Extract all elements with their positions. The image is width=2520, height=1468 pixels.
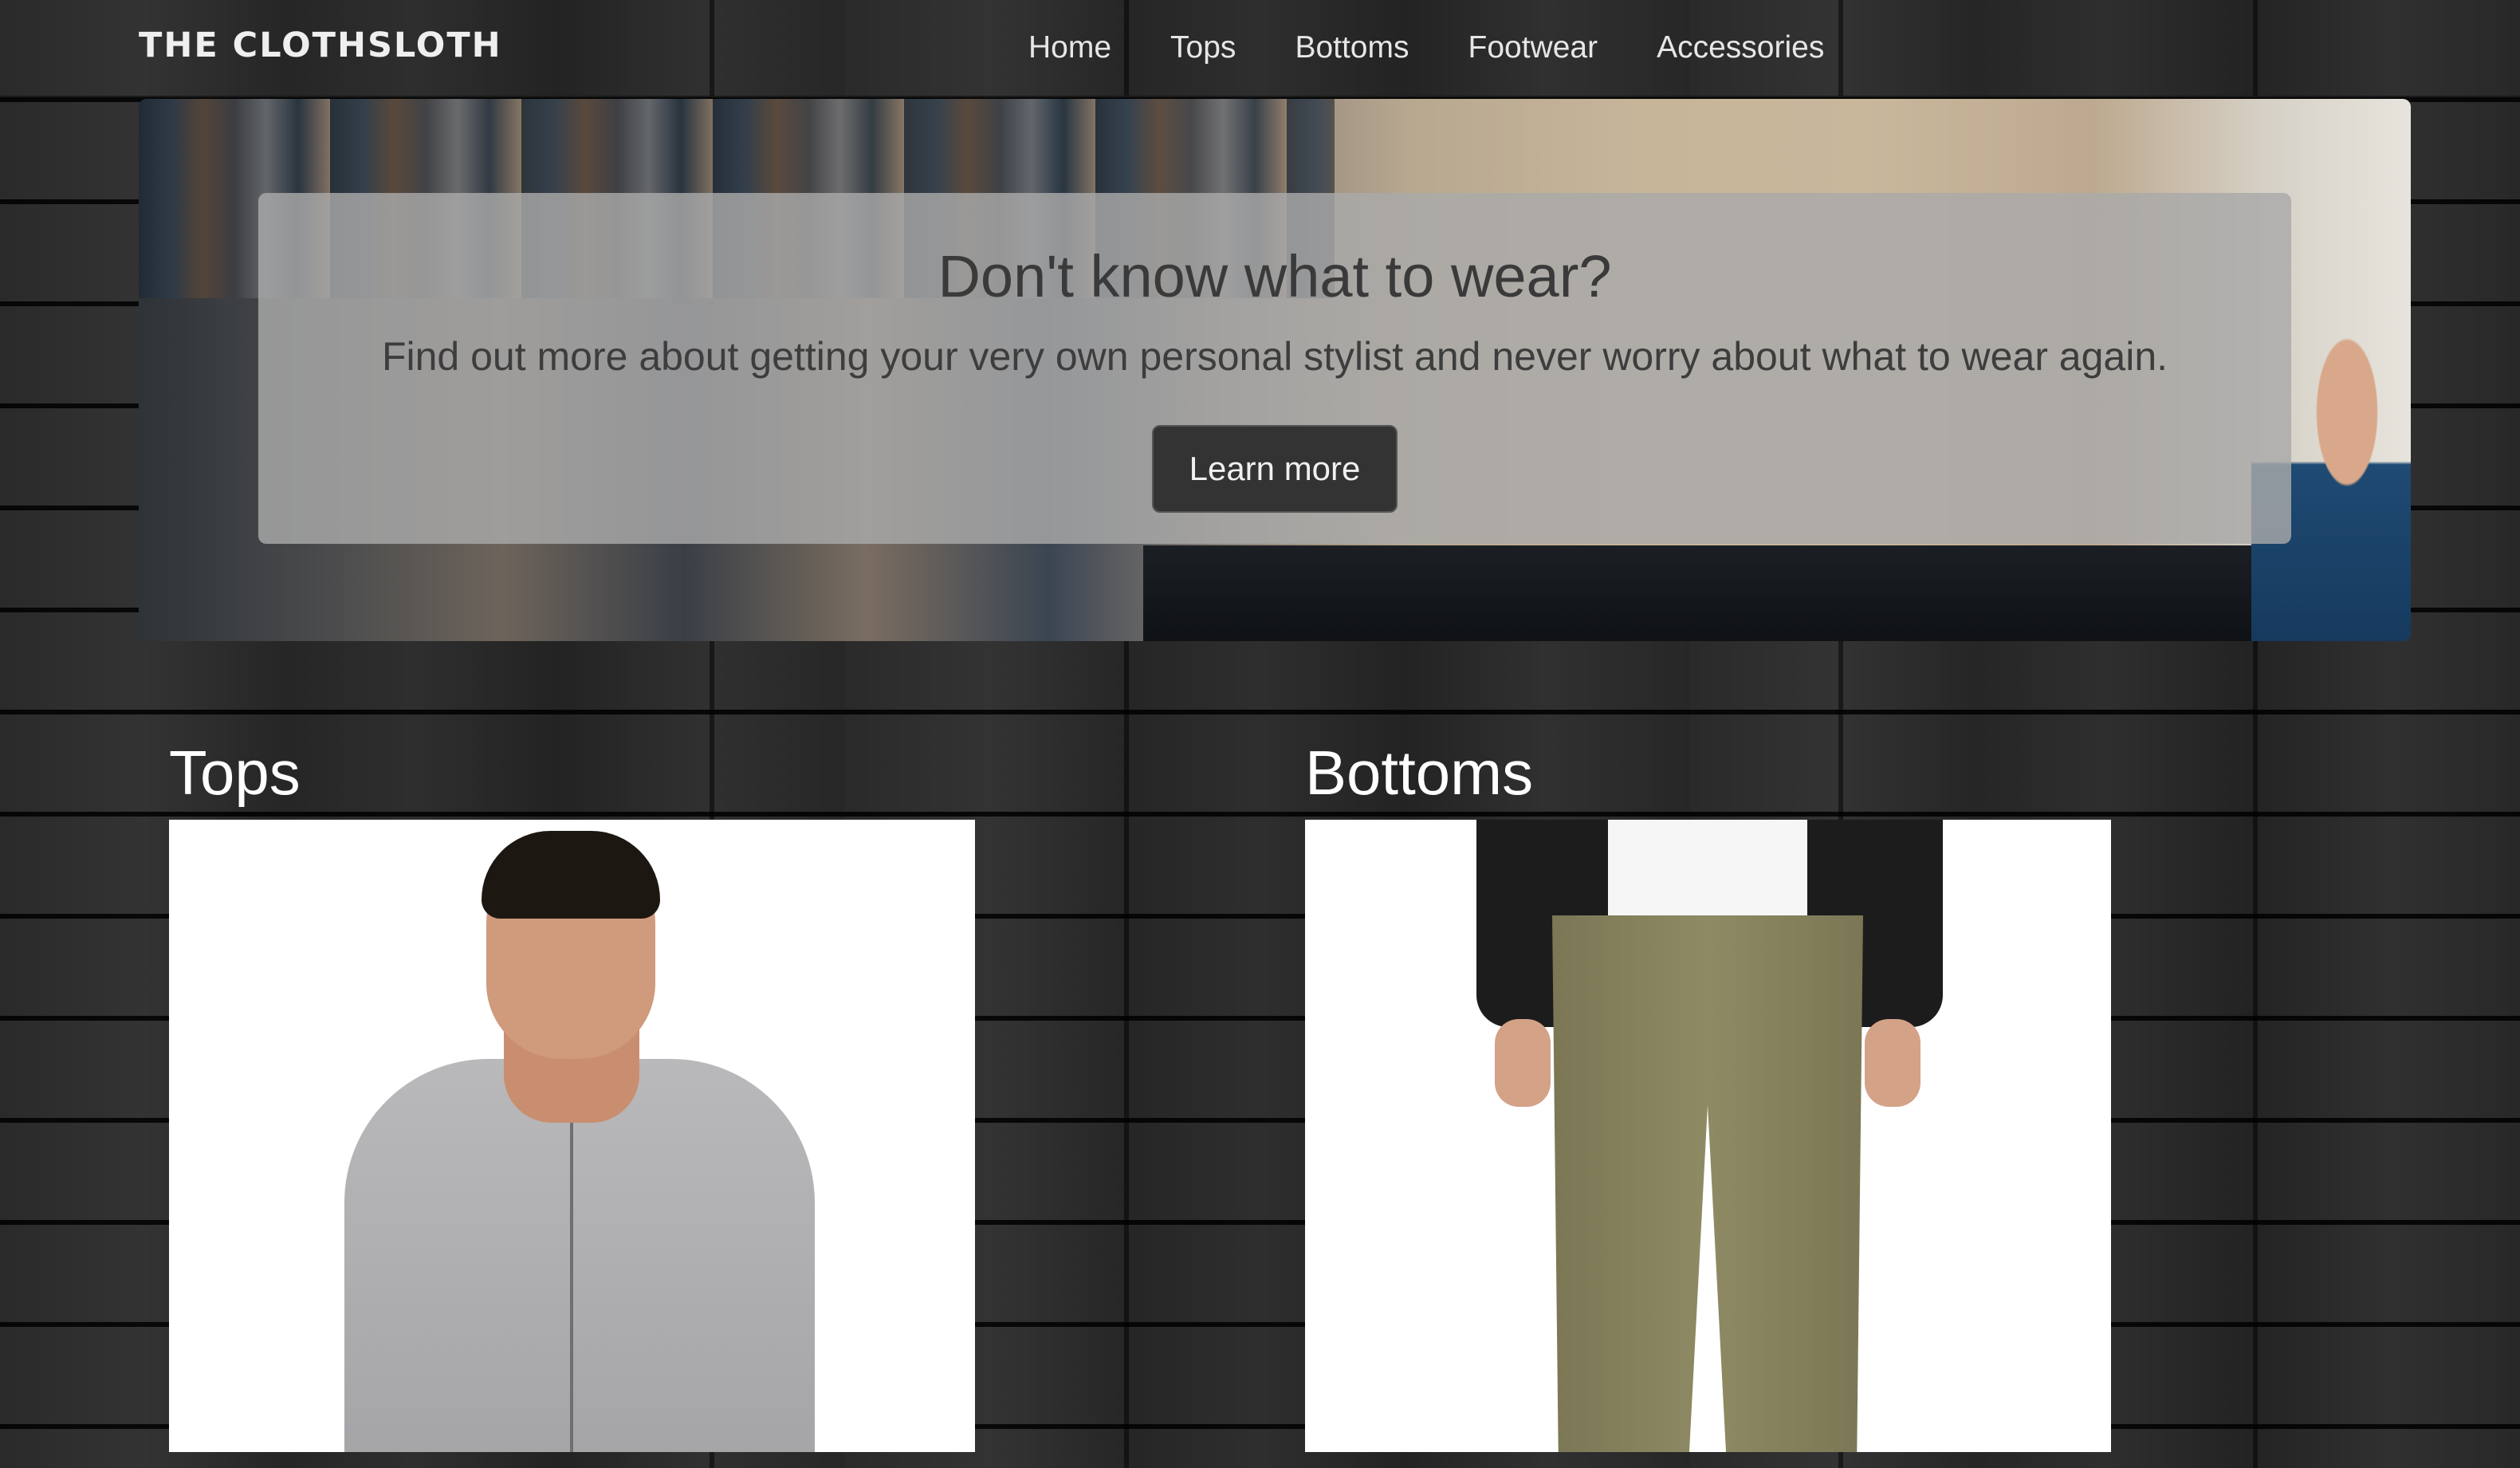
nav-item-accessories[interactable]: Accessories: [1627, 27, 1854, 69]
nav-item-footwear[interactable]: Footwear: [1439, 27, 1628, 69]
category-title-bottoms[interactable]: Bottoms: [1305, 737, 2111, 809]
top-navbar: THE CLOTHSLOTH Home Tops Bottoms Footwea…: [0, 0, 2520, 97]
model-right-hand: [1865, 1019, 1920, 1107]
hero-title: Don't know what to wear?: [938, 243, 1612, 309]
hero-description: Find out more about getting your very ow…: [381, 334, 2168, 379]
learn-more-button[interactable]: Learn more: [1152, 425, 1398, 513]
nav-item-tops[interactable]: Tops: [1141, 27, 1265, 69]
brand-logo[interactable]: THE CLOTHSLOTH: [139, 26, 502, 65]
chino-pants-shape: [1552, 915, 1863, 1452]
main-nav: Home Tops Bottoms Footwear Accessories: [1028, 27, 1854, 69]
model-hair: [482, 831, 660, 919]
shirt-placket: [570, 1123, 573, 1452]
tops-product-image[interactable]: [169, 820, 975, 1452]
hero-banner: Don't know what to wear? Find out more a…: [139, 99, 2411, 641]
hero-shelf-image: [1143, 545, 2411, 641]
model-left-hand: [1495, 1019, 1551, 1107]
tshirt-shape: [1608, 820, 1807, 923]
nav-item-bottoms[interactable]: Bottoms: [1265, 27, 1438, 69]
category-title-tops[interactable]: Tops: [169, 737, 975, 809]
bottoms-product-image[interactable]: [1305, 820, 2111, 1452]
hero-overlay-panel: Don't know what to wear? Find out more a…: [258, 193, 2291, 544]
category-tops: Tops: [169, 737, 975, 1452]
category-bottoms: Bottoms: [1305, 737, 2111, 1452]
nav-item-home[interactable]: Home: [1028, 27, 1141, 69]
